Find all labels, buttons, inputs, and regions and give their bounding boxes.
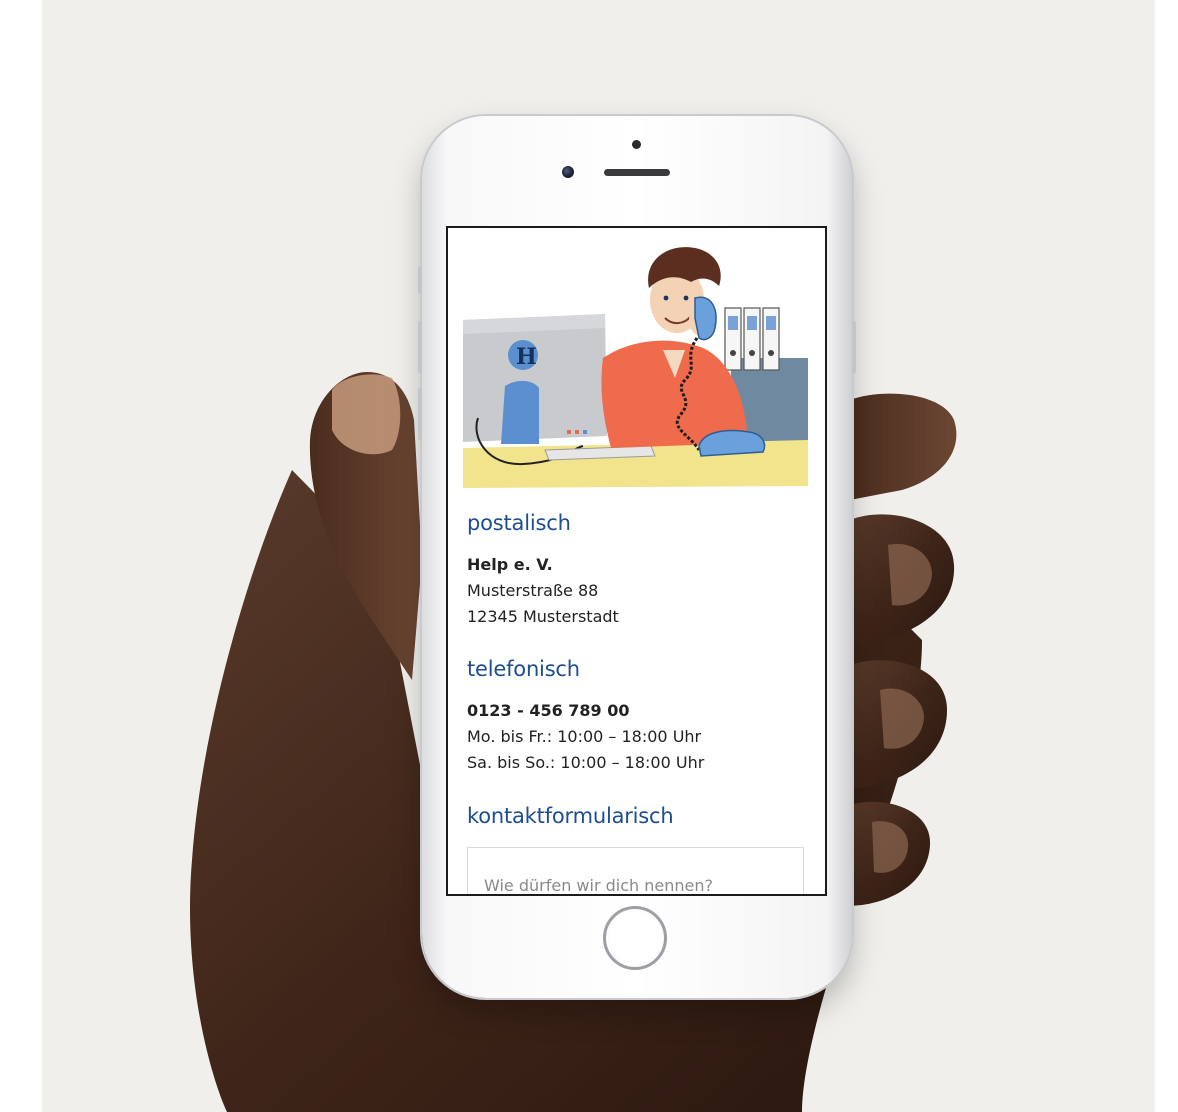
proximity-sensor: [632, 140, 641, 149]
power-button: [852, 321, 856, 373]
contact-form-heading: kontaktformularisch: [467, 804, 674, 828]
organization-name: Help e. V.: [467, 555, 553, 574]
svg-text:H: H: [516, 344, 537, 370]
city-address: 12345 Musterstadt: [467, 607, 619, 626]
home-button[interactable]: [603, 906, 667, 970]
volume-up-button: [418, 321, 422, 373]
postal-heading: postalisch: [467, 511, 571, 535]
weekday-hours: Mo. bis Fr.: 10:00 – 18:00 Uhr: [467, 727, 702, 746]
front-camera: [562, 166, 574, 178]
mute-switch: [418, 266, 422, 294]
phone-number[interactable]: 0123 - 456 789 00: [467, 701, 630, 720]
photo-background: H postalisch Help e. V. Musterstraße 88 …: [42, 0, 1155, 1112]
phone-device: H postalisch Help e. V. Musterstraße 88 …: [418, 116, 856, 998]
name-input[interactable]: [467, 847, 804, 894]
earpiece-speaker: [604, 169, 670, 176]
street-address: Musterstraße 88: [467, 581, 599, 600]
phone-heading: telefonisch: [467, 657, 580, 681]
phone-screen: H postalisch Help e. V. Musterstraße 88 …: [446, 226, 827, 896]
volume-down-button: [418, 388, 422, 440]
weekend-hours: Sa. bis So.: 10:00 – 18:00 Uhr: [467, 753, 705, 772]
support-hotline-illustration: H: [463, 247, 808, 488]
